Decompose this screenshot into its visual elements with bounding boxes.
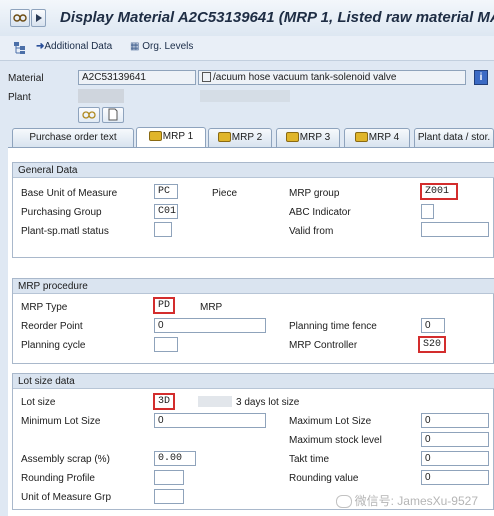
general-data-title: General Data [13, 163, 494, 178]
glasses-icon [82, 111, 96, 119]
mrp-tab-icon [354, 132, 368, 143]
plant-description-redacted [200, 90, 290, 102]
reorder-point-label: Reorder Point [21, 321, 83, 332]
tab-label: MRP 3 [299, 132, 331, 143]
tab-purchase-order-text[interactable]: Purchase order text [12, 128, 134, 147]
tab-mrp-1[interactable]: MRP 1 [136, 127, 206, 148]
mrp-tab-icon [217, 132, 231, 143]
tab-mrp-3[interactable]: MRP 3 [276, 128, 340, 147]
tab-strip: Purchase order text MRP 1 MRP 2 MRP 3 MR… [8, 127, 494, 148]
purchasing-group-label: Purchasing Group [21, 207, 102, 218]
mrp-procedure-title: MRP procedure [13, 279, 494, 294]
max-lot-size-field[interactable]: 0 [421, 413, 489, 428]
base-uom-label: Base Unit of Measure [21, 188, 118, 199]
tab-label: Purchase order text [29, 132, 117, 143]
mrp-tab-icon [285, 132, 299, 143]
org-levels-icon: ▦ [130, 41, 140, 52]
additional-data-button[interactable]: ➜Additional Data [36, 41, 112, 52]
abc-indicator-field[interactable] [421, 204, 434, 219]
rounding-value-label: Rounding value [289, 473, 359, 484]
dropdown-button[interactable] [31, 9, 46, 27]
document-icon [108, 108, 118, 121]
wechat-icon [335, 495, 352, 509]
org-levels-button[interactable]: ▦ Org. Levels [130, 41, 193, 52]
title-bar: Display Material A2C53139641 (MRP 1, Lis… [0, 0, 494, 37]
glasses-icon [13, 14, 27, 22]
base-uom-text: Piece [212, 188, 238, 199]
application-toolbar: ➜Additional Data ▦ Org. Levels [0, 36, 494, 61]
glasses-toggle-button[interactable] [78, 107, 100, 123]
valid-from-field[interactable] [421, 222, 489, 237]
watermark-text: 微信号: JamesXu-9527 [354, 494, 478, 508]
plant-status-label: Plant-sp.matl status [21, 226, 109, 237]
document-button[interactable] [102, 107, 124, 123]
mrp-controller-label: MRP Controller [289, 340, 358, 351]
max-stock-level-label: Maximum stock level [289, 435, 382, 446]
mrp-type-label: MRP Type [21, 302, 68, 313]
additional-data-label: Additional Data [44, 41, 113, 52]
hierarchy-icon[interactable] [13, 41, 27, 55]
material-field[interactable]: A2C53139641 [78, 70, 196, 85]
window-title: Display Material A2C53139641 (MRP 1, Lis… [60, 9, 494, 26]
mrp-type-field[interactable]: PD [153, 297, 175, 314]
uom-group-label: Unit of Measure Grp [21, 492, 112, 503]
rounding-value-field[interactable]: 0 [421, 470, 489, 485]
planning-time-fence-field[interactable]: 0 [421, 318, 445, 333]
planning-cycle-field[interactable] [154, 337, 178, 352]
mrp-group-label: MRP group [289, 188, 340, 199]
min-lot-size-field[interactable]: 0 [154, 413, 266, 428]
uom-group-field[interactable] [154, 489, 184, 504]
watermark: 微信号: JamesXu-9527 [335, 492, 478, 509]
rounding-profile-field[interactable] [154, 470, 184, 485]
takt-time-field[interactable]: 0 [421, 451, 489, 466]
rounding-profile-label: Rounding Profile [21, 473, 95, 484]
tab-mrp-4[interactable]: MRP 4 [344, 128, 410, 147]
material-label: Material [8, 73, 44, 84]
mrp-tab-icon [148, 131, 162, 142]
tab-label: MRP 2 [231, 132, 263, 143]
material-description-field[interactable]: /acuum hose vacuum tank-solenoid valve [198, 70, 466, 85]
reorder-point-field[interactable]: 0 [154, 318, 266, 333]
assembly-scrap-label: Assembly scrap (%) [21, 454, 110, 465]
lot-size-label: Lot size [21, 397, 56, 408]
system-menu-button[interactable] [10, 9, 30, 27]
plant-status-field[interactable] [154, 222, 172, 237]
tab-label: Plant data / stor. [417, 132, 491, 143]
org-levels-label: Org. Levels [142, 41, 194, 52]
mrp-controller-field[interactable]: S20 [418, 336, 446, 353]
info-icon[interactable]: i [474, 70, 488, 85]
max-lot-size-label: Maximum Lot Size [289, 416, 372, 427]
tab-plant-data-storage[interactable]: Plant data / stor. [414, 128, 494, 147]
text-icon [202, 72, 211, 83]
purchasing-group-field[interactable]: C01 [154, 204, 178, 219]
tab-mrp-2[interactable]: MRP 2 [208, 128, 272, 147]
tab-label: MRP 4 [368, 132, 400, 143]
max-stock-level-field[interactable]: 0 [421, 432, 489, 447]
plant-field-redacted[interactable] [78, 89, 124, 103]
base-uom-field[interactable]: PC [154, 184, 178, 199]
plant-label: Plant [8, 92, 31, 103]
mrp-group-field[interactable]: Z001 [420, 183, 458, 200]
valid-from-label: Valid from [289, 226, 334, 237]
planning-cycle-label: Planning cycle [21, 340, 86, 351]
tab-label: MRP 1 [162, 131, 194, 142]
mrp-type-text: MRP [200, 302, 223, 313]
lot-size-title: Lot size data [13, 374, 494, 389]
takt-time-label: Takt time [289, 454, 330, 465]
lot-size-field[interactable]: 3D [153, 393, 175, 410]
planning-time-fence-label: Planning time fence [289, 321, 377, 332]
material-description-text: /acuum hose vacuum tank-solenoid valve [213, 72, 397, 83]
assembly-scrap-field[interactable]: 0.00 [154, 451, 196, 466]
min-lot-size-label: Minimum Lot Size [21, 416, 101, 427]
lot-size-desc-redacted [198, 396, 232, 407]
triangle-right-icon [36, 14, 42, 22]
abc-indicator-label: ABC Indicator [289, 207, 351, 218]
lot-size-text: 3 days lot size [236, 397, 300, 408]
